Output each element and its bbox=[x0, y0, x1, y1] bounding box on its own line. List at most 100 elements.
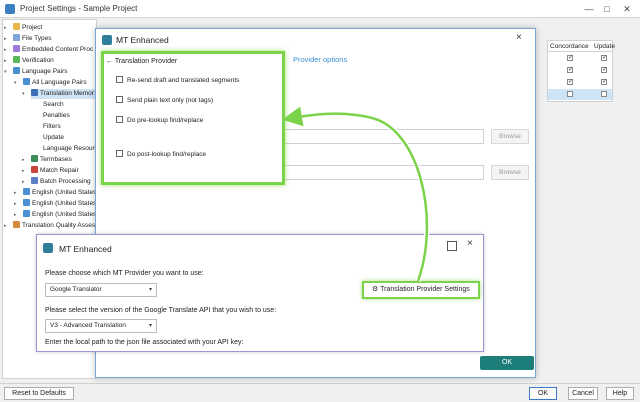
resend-draft-checkbox[interactable] bbox=[116, 76, 123, 83]
concordance-checkbox[interactable]: ✓ bbox=[567, 67, 573, 73]
bottom-bar: Reset to Defaults OK Cancel Help bbox=[0, 383, 640, 402]
expand-icon[interactable]: ▸ bbox=[4, 34, 7, 44]
ok-button[interactable]: OK bbox=[529, 387, 557, 400]
expand-icon[interactable]: ▸ bbox=[14, 188, 17, 198]
minimize-icon[interactable]: — bbox=[582, 2, 596, 16]
tree-item-termbases[interactable]: ▸ Termbases bbox=[22, 155, 72, 165]
tree-item-language-resources[interactable]: Language Resource bbox=[43, 144, 96, 154]
translation-provider-settings-button[interactable]: ⚙ Translation Provider Settings bbox=[362, 281, 480, 299]
back-button[interactable]: ← Translation Provider bbox=[106, 58, 177, 65]
tree-item-project[interactable]: ▸ Project bbox=[4, 23, 42, 33]
translation-provider-panel: ← Translation Provider Re-send draft and… bbox=[101, 51, 285, 185]
tree-item-filters[interactable]: Filters bbox=[43, 122, 61, 132]
plain-text-checkbox[interactable] bbox=[116, 96, 123, 103]
provider-select[interactable]: Google Translator ▾ bbox=[45, 283, 157, 297]
expand-icon[interactable]: ▸ bbox=[22, 177, 25, 187]
version-prompt: Please select the version of the Google … bbox=[45, 307, 277, 314]
tree-item-verification[interactable]: ▸ Verification bbox=[4, 56, 54, 66]
language-icon bbox=[23, 210, 30, 217]
selected-row[interactable] bbox=[548, 89, 612, 100]
expand-icon[interactable]: ▸ bbox=[14, 210, 17, 220]
update-checkbox[interactable]: ✓ bbox=[601, 79, 607, 85]
collapse-icon[interactable]: ▾ bbox=[22, 89, 25, 99]
tree-item-english-2[interactable]: ▸ English (United States bbox=[14, 199, 96, 209]
tm-grid: ✓ ✓ ✓ ✓ ✓ ✓ bbox=[547, 52, 613, 102]
expand-icon[interactable]: ▸ bbox=[4, 45, 7, 55]
close-icon[interactable]: ✕ bbox=[620, 2, 634, 16]
tm-icon bbox=[31, 89, 38, 96]
resend-draft-option[interactable]: Re-send draft and translated segments bbox=[116, 76, 239, 84]
gear-icon: ⚙ bbox=[372, 286, 379, 293]
concordance-checkbox[interactable] bbox=[567, 91, 573, 97]
post-lookup-browse-button[interactable]: Browse bbox=[491, 165, 529, 180]
collapse-icon[interactable]: ▾ bbox=[4, 67, 7, 77]
language-icon bbox=[23, 199, 30, 206]
close-icon[interactable]: × bbox=[516, 32, 522, 43]
collapse-icon[interactable]: ▾ bbox=[14, 78, 17, 88]
pre-lookup-browse-button[interactable]: Browse bbox=[491, 129, 529, 144]
tree-item-english-1[interactable]: ▸ English (United States bbox=[14, 188, 96, 198]
column-header-concordance[interactable]: Concordance bbox=[550, 43, 589, 50]
provider-options-link[interactable]: Provider options bbox=[293, 55, 347, 64]
concordance-checkbox[interactable]: ✓ bbox=[567, 79, 573, 85]
mt-enhanced-icon bbox=[102, 35, 112, 45]
dialog-title: MT Enhanced bbox=[116, 35, 169, 45]
language-icon bbox=[13, 67, 20, 74]
language-icon bbox=[23, 78, 30, 85]
tree-item-update[interactable]: Update bbox=[43, 133, 64, 143]
concordance-checkbox[interactable]: ✓ bbox=[567, 55, 573, 61]
mt-enhanced-icon bbox=[43, 243, 53, 253]
post-lookup-checkbox[interactable] bbox=[116, 150, 123, 157]
expand-icon[interactable]: ▸ bbox=[4, 56, 7, 66]
json-path-prompt: Enter the local path to the json file as… bbox=[45, 339, 244, 346]
pre-lookup-checkbox[interactable] bbox=[116, 116, 123, 123]
cancel-button[interactable]: Cancel bbox=[568, 387, 598, 400]
chevron-down-icon: ▾ bbox=[148, 287, 152, 293]
file-icon bbox=[13, 34, 20, 41]
update-checkbox[interactable]: ✓ bbox=[601, 67, 607, 73]
tree-item-translation-quality[interactable]: ▸ Translation Quality Asses bbox=[4, 221, 95, 231]
tree-item-batch-processing[interactable]: ▸ Batch Processing bbox=[22, 177, 91, 187]
tree-item-language-pairs[interactable]: ▾ Language Pairs bbox=[4, 67, 68, 77]
expand-icon[interactable]: ▸ bbox=[4, 221, 7, 231]
expand-icon[interactable]: ▸ bbox=[14, 199, 17, 209]
api-version-select[interactable]: V3 - Advanced Translation ▾ bbox=[45, 319, 157, 333]
expand-icon[interactable]: ▸ bbox=[4, 23, 7, 33]
tree-item-match-repair[interactable]: ▸ Match Repair bbox=[22, 166, 79, 176]
quality-icon bbox=[13, 221, 20, 228]
app-icon bbox=[5, 4, 15, 14]
tree-item-penalties[interactable]: Penalties bbox=[43, 111, 70, 121]
column-header-update[interactable]: Update bbox=[594, 43, 615, 50]
maximize-icon[interactable]: □ bbox=[600, 2, 614, 16]
help-button[interactable]: Help bbox=[606, 387, 634, 400]
wrench-icon bbox=[31, 166, 38, 173]
plain-text-option[interactable]: Send plain text only (not tags) bbox=[116, 96, 213, 104]
pre-lookup-option[interactable]: Do pre-lookup find/replace bbox=[116, 116, 203, 124]
window-title: Project Settings - Sample Project bbox=[20, 4, 138, 13]
back-arrow-icon: ← bbox=[106, 58, 113, 65]
expand-icon[interactable]: ▸ bbox=[22, 166, 25, 176]
outer-title-bar: Project Settings - Sample Project — □ ✕ bbox=[0, 0, 640, 18]
tree-item-file-types[interactable]: ▸ File Types bbox=[4, 34, 52, 44]
chevron-down-icon: ▾ bbox=[148, 323, 152, 329]
embedded-icon bbox=[13, 45, 20, 52]
provider-prompt: Please choose which MT Provider you want… bbox=[45, 270, 204, 277]
post-lookup-option[interactable]: Do post-lookup find/replace bbox=[116, 150, 206, 158]
mt-ok-button[interactable]: OK bbox=[480, 356, 534, 370]
check-icon bbox=[13, 56, 20, 63]
folder-icon bbox=[13, 23, 20, 30]
tree-item-english-3[interactable]: ▸ English (United States bbox=[14, 210, 96, 220]
batch-icon bbox=[31, 177, 38, 184]
tree-item-embedded-content[interactable]: ▸ Embedded Content Proc bbox=[4, 45, 93, 55]
dialog-title: MT Enhanced bbox=[59, 244, 112, 254]
update-checkbox[interactable] bbox=[601, 91, 607, 97]
reset-to-defaults-button[interactable]: Reset to Defaults bbox=[4, 387, 74, 400]
tree-item-search[interactable]: Search bbox=[43, 100, 64, 110]
maximize-icon[interactable] bbox=[447, 241, 457, 251]
expand-icon[interactable]: ▸ bbox=[22, 155, 25, 165]
tree-item-all-language-pairs[interactable]: ▾ All Language Pairs bbox=[14, 78, 87, 88]
update-checkbox[interactable]: ✓ bbox=[601, 55, 607, 61]
tree-item-translation-memory[interactable]: ▾ Translation Memor bbox=[22, 89, 96, 99]
termbase-icon bbox=[31, 155, 38, 162]
close-icon[interactable]: × bbox=[467, 238, 473, 249]
